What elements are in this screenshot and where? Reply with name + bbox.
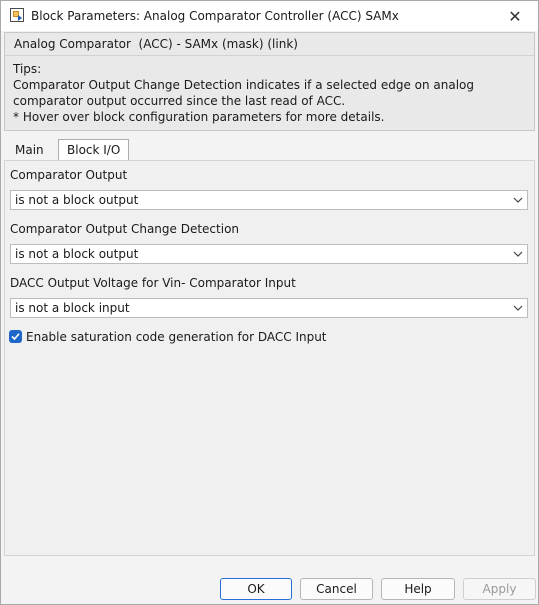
dacc-voltage-label: DACC Output Voltage for Vin- Comparator … bbox=[10, 276, 296, 290]
tips-label: Tips: bbox=[13, 62, 42, 76]
comparator-output-value: is not a block output bbox=[15, 193, 139, 207]
tab-block-io[interactable]: Block I/O bbox=[58, 139, 130, 161]
chevron-down-icon bbox=[513, 305, 523, 311]
dacc-voltage-select[interactable]: is not a block input bbox=[10, 298, 528, 318]
chevron-down-icon bbox=[513, 197, 523, 203]
close-icon: ✕ bbox=[508, 6, 522, 26]
tab-main[interactable]: Main bbox=[6, 139, 53, 161]
cancel-button[interactable]: Cancel bbox=[300, 578, 373, 600]
change-detection-value: is not a block output bbox=[15, 247, 139, 261]
saturation-checkbox[interactable] bbox=[9, 330, 22, 343]
mask-description-panel: Analog Comparator (ACC) - SAMx (mask) (l… bbox=[4, 32, 535, 131]
change-detection-select[interactable]: is not a block output bbox=[10, 244, 528, 264]
dacc-voltage-value: is not a block input bbox=[15, 301, 130, 315]
window-title: Block Parameters: Analog Comparator Cont… bbox=[31, 9, 399, 23]
saturation-checkbox-label[interactable]: Enable saturation code generation for DA… bbox=[26, 330, 327, 344]
block-parameters-dialog: Block Parameters: Analog Comparator Cont… bbox=[0, 0, 539, 605]
mask-title: Analog Comparator (ACC) - SAMx (mask) (l… bbox=[14, 37, 298, 51]
comparator-output-select[interactable]: is not a block output bbox=[10, 190, 528, 210]
title-bar[interactable]: Block Parameters: Analog Comparator Cont… bbox=[1, 1, 538, 31]
help-button[interactable]: Help bbox=[381, 578, 455, 600]
checkmark-icon bbox=[11, 333, 20, 341]
chevron-down-icon bbox=[513, 251, 523, 257]
tips-line-1: Comparator Output Change Detection indic… bbox=[13, 78, 475, 108]
change-detection-label: Comparator Output Change Detection bbox=[10, 222, 240, 236]
ok-button[interactable]: OK bbox=[220, 578, 292, 600]
apply-button[interactable]: Apply bbox=[463, 578, 536, 600]
close-button[interactable]: ✕ bbox=[492, 1, 538, 31]
tips-text: Tips: Comparator Output Change Detection… bbox=[13, 61, 528, 125]
comparator-output-label: Comparator Output bbox=[10, 168, 128, 182]
tips-line-2: * Hover over block configuration paramet… bbox=[13, 110, 385, 124]
block-io-panel: Comparator Output is not a block output … bbox=[4, 160, 535, 556]
simulink-block-icon bbox=[10, 8, 24, 22]
header-divider bbox=[5, 55, 534, 56]
